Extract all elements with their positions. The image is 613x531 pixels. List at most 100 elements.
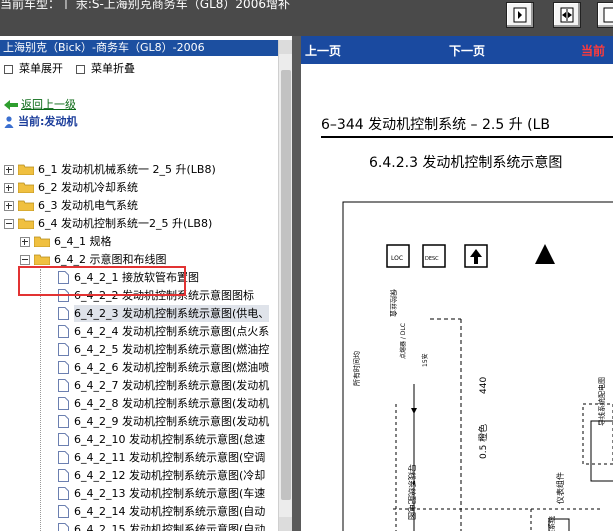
tree-scrollbar[interactable]	[278, 40, 292, 531]
document-page: 6–344 发动机控制系统 – 2.5 升 (LB 6.4.2.3 发动机控制系…	[301, 64, 613, 531]
tree-item-label: 6_4_2_4 发动机控制系统示意图(点火系	[74, 325, 270, 338]
collapse-icon	[76, 64, 85, 74]
wiring-sys-label: 导线系统	[547, 516, 556, 531]
document-icon	[58, 415, 69, 428]
circuit-number: 440	[479, 377, 489, 394]
tree-folder-item[interactable]: 6_2 发动机冷却系统	[0, 179, 278, 196]
tree-item-label: 6_4_2_8 发动机控制系统示意图(发动机	[74, 397, 270, 410]
fit-width-button[interactable]	[506, 2, 534, 28]
expand-all-button[interactable]: 菜单展开	[4, 60, 63, 76]
back-link[interactable]: 返回上一级	[4, 96, 76, 112]
document-icon	[58, 397, 69, 410]
warning-triangle-icon	[535, 244, 555, 264]
tree-item-label: 6_4_2_15 发动机控制系统示意图(自动	[74, 523, 266, 531]
tree-item-label: 6_2 发动机冷却系统	[38, 181, 138, 194]
wiring-dist-label-2: 导线系统配电图	[597, 377, 606, 426]
current-location: 当前:发动机	[4, 113, 77, 129]
tree-doc-item[interactable]: 6_4_2_8 发动机控制系统示意图(发动机	[0, 395, 278, 412]
tree-doc-item[interactable]: 6_4_2_4 发动机控制系统示意图(点火系	[0, 323, 278, 340]
tree-item-label: 6_1 发动机机械系统一 2_5 升(LB8)	[38, 163, 216, 176]
amp-label: 15安	[421, 353, 429, 367]
scroll-up-arrow[interactable]	[279, 40, 292, 54]
folder-icon	[34, 254, 50, 265]
tree-item-label: 6_4_2_6 发动机控制系统示意图(燃油喷	[74, 361, 270, 374]
next-page-button[interactable]: 下一页	[449, 42, 485, 59]
tree-item-label: 6_4_2_3 发动机控制系统示意图(供电、	[74, 305, 270, 322]
document-panel: 上一页 下一页 当前 6–344 发动机控制系统 – 2.5 升 (LB 6.4…	[301, 36, 613, 531]
tree-doc-item[interactable]: 6_4_2_3 发动机控制系统示意图(供电、	[0, 305, 278, 322]
vehicle-title: 当前车型：丨 汞:S-上海别克商务车（GL8）2006增补	[0, 0, 290, 11]
scroll-down-arrow[interactable]	[279, 517, 292, 531]
document-icon	[58, 469, 69, 482]
tree-item-label: 6_4 发动机控制系统一2_5 升(LB8)	[38, 217, 213, 230]
fuse-box-label: 保险丝盒	[389, 289, 398, 317]
collapse-toggle-icon[interactable]	[4, 219, 14, 229]
user-icon	[4, 116, 14, 128]
tree-item-label: 6_4_2_9 发动机控制系统示意图(发动机	[74, 415, 270, 428]
fit-page-icon	[560, 7, 574, 23]
expand-toggle-icon[interactable]	[20, 237, 30, 247]
tree-doc-item[interactable]: 6_4_2_10 发动机控制系统示意图(怠速	[0, 431, 278, 448]
tree-item-label: 6_4_2_12 发动机控制系统示意图(冷却	[74, 469, 266, 482]
folder-icon	[18, 200, 34, 211]
expand-toggle-icon[interactable]	[4, 165, 14, 175]
current-page-label: 当前	[581, 44, 606, 58]
tree-connector	[40, 269, 41, 531]
tree-folder-item[interactable]: 6_3 发动机电气系统	[0, 197, 278, 214]
expand-toggle-icon[interactable]	[4, 183, 14, 193]
document-icon	[58, 505, 69, 518]
document-icon	[58, 487, 69, 500]
page-nav-bar: 上一页 下一页 当前	[301, 36, 613, 64]
actual-size-button[interactable]	[597, 2, 613, 28]
tree-doc-item[interactable]: 6_4_2_13 发动机控制系统示意图(车速	[0, 485, 278, 502]
tree-doc-item[interactable]: 6_4_2_11 发动机控制系统示意图(空调	[0, 449, 278, 466]
folder-icon	[34, 236, 50, 247]
tree-item-label: 6_4_2_11 发动机控制系统示意图(空调	[74, 451, 266, 464]
wiring-diagram: LOC DESC 保险丝盒 所有时间均 点熔器 / DLC 15安 440 0.…	[342, 201, 613, 531]
tree-doc-item[interactable]: 6_4_2_7 发动机控制系统示意图(发动机	[0, 377, 278, 394]
loc-label: LOC	[391, 255, 403, 262]
expand-icon	[4, 64, 13, 74]
tree-item-label: 6_4_2_13 发动机控制系统示意图(车速	[74, 487, 266, 500]
wiring-dist-label: 导线系统配电图	[407, 464, 417, 520]
tree-folder-item[interactable]: 6_4_1 规格	[0, 233, 278, 250]
actual-size-icon	[603, 7, 613, 23]
document-icon	[58, 307, 69, 320]
highlight-annotation	[18, 266, 186, 296]
tree-doc-item[interactable]: 6_4_2_12 发动机控制系统示意图(冷却	[0, 467, 278, 484]
fuse-dlc-label: 点熔器 / DLC	[399, 323, 407, 359]
tree-folder-item[interactable]: 6_4 发动机控制系统一2_5 升(LB8)	[0, 215, 278, 232]
prev-page-button[interactable]: 上一页	[305, 42, 341, 59]
tree-doc-item[interactable]: 6_4_2_15 发动机控制系统示意图(自动	[0, 521, 278, 531]
document-icon	[58, 379, 69, 392]
model-header: 上海别克（Bick）-商务车（GL8）-2006	[0, 40, 281, 56]
tree-item-label: 6_4_2_14 发动机控制系统示意图(自动	[74, 505, 266, 518]
tree-doc-item[interactable]: 6_4_2_5 发动机控制系统示意图(燃油控	[0, 341, 278, 358]
instrument-cluster-label: 仪表组件	[555, 472, 565, 504]
tree-item-label: 6_4_2_10 发动机控制系统示意图(怠速	[74, 433, 266, 446]
tree-doc-item[interactable]: 6_4_2_9 发动机控制系统示意图(发动机	[0, 413, 278, 430]
top-bar: 当前车型：丨 汞:S-上海别克商务车（GL8）2006增补	[0, 0, 613, 36]
scroll-thumb[interactable]	[281, 70, 291, 500]
tree-doc-item[interactable]: 6_4_2_14 发动机控制系统示意图(自动	[0, 503, 278, 520]
folder-icon	[18, 218, 34, 229]
fit-page-button[interactable]	[553, 2, 581, 28]
tree-item-label: 6_4_2_7 发动机控制系统示意图(发动机	[74, 379, 270, 392]
desc-label: DESC	[425, 256, 439, 262]
document-icon	[58, 451, 69, 464]
document-icon	[58, 433, 69, 446]
document-icon	[58, 361, 69, 374]
navigation-panel: 上海别克（Bick）-商务车（GL8）-2006 菜单展开 菜单折叠 返回上一级…	[0, 36, 292, 531]
collapse-toggle-icon[interactable]	[20, 255, 30, 265]
tree-folder-item[interactable]: 6_1 发动机机械系统一 2_5 升(LB8)	[0, 161, 278, 178]
collapse-all-button[interactable]: 菜单折叠	[76, 60, 135, 76]
tree-item-label: 6_3 发动机电气系统	[38, 199, 138, 212]
expand-toggle-icon[interactable]	[4, 201, 14, 211]
folder-icon	[18, 164, 34, 175]
tree-item-label: 6_4_2_5 发动机控制系统示意图(燃油控	[74, 343, 270, 356]
document-icon	[58, 523, 69, 531]
back-arrow-icon	[4, 100, 18, 110]
tree-doc-item[interactable]: 6_4_2_6 发动机控制系统示意图(燃油喷	[0, 359, 278, 376]
tree-item-label: 6_4_1 规格	[54, 235, 112, 248]
always-hot-label: 所有时间均	[352, 351, 361, 386]
